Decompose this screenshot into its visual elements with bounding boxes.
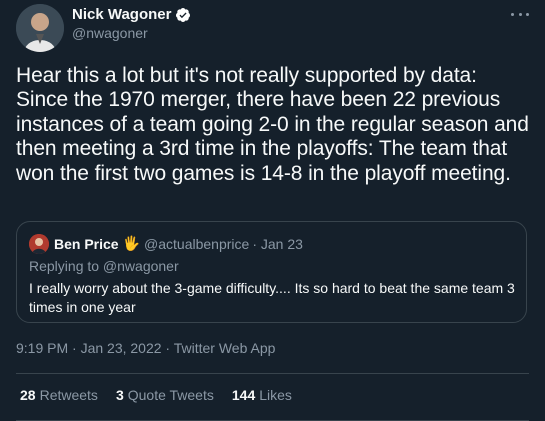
quote-text: I really worry about the 3-game difficul… [29,280,515,315]
author-name[interactable]: Nick Wagoner [72,6,191,23]
quote-header: Ben Price 🖐 @actualbenprice · Jan 23 [54,235,303,252]
author-avatar[interactable] [16,4,64,52]
quoted-tweet[interactable]: Ben Price 🖐 @actualbenprice · Jan 23 Rep… [16,221,527,323]
more-icon[interactable] [511,8,529,20]
author-handle[interactable]: @nwagoner [72,25,148,41]
wave-emoji: 🖐 [122,235,141,251]
quote-tweets-stat[interactable]: 3 Quote Tweets [116,387,214,403]
quote-author-handle: @actualbenprice [144,235,250,252]
tweet-timestamp[interactable]: 9:19 PM · Jan 23, 2022 · Twitter Web App [16,340,275,356]
likes-label: Likes [259,387,292,403]
tweet-text: Hear this a lot but it's not really supp… [16,64,529,185]
quote-date: · Jan 23 [252,235,303,252]
quote-author-name: Ben Price [54,235,119,252]
author-name-text: Nick Wagoner [72,6,172,23]
likes-stat[interactable]: 144 Likes [232,387,292,403]
verified-icon [175,7,191,23]
likes-count: 144 [231,387,256,403]
quote-avatar [29,234,49,254]
tweet-stats: 28 Retweets 3 Quote Tweets 144 Likes [20,387,292,403]
quote-tweets-count: 3 [115,387,124,403]
retweets-label: Retweets [39,387,98,403]
quote-reply-to: Replying to @nwagoner [29,258,179,274]
quote-tweets-label: Quote Tweets [127,387,214,403]
divider [16,373,529,374]
retweets-stat[interactable]: 28 Retweets [20,387,98,403]
retweets-count: 28 [20,387,36,403]
tweet: Nick Wagoner @nwagoner Hear this a lot b… [0,0,545,421]
